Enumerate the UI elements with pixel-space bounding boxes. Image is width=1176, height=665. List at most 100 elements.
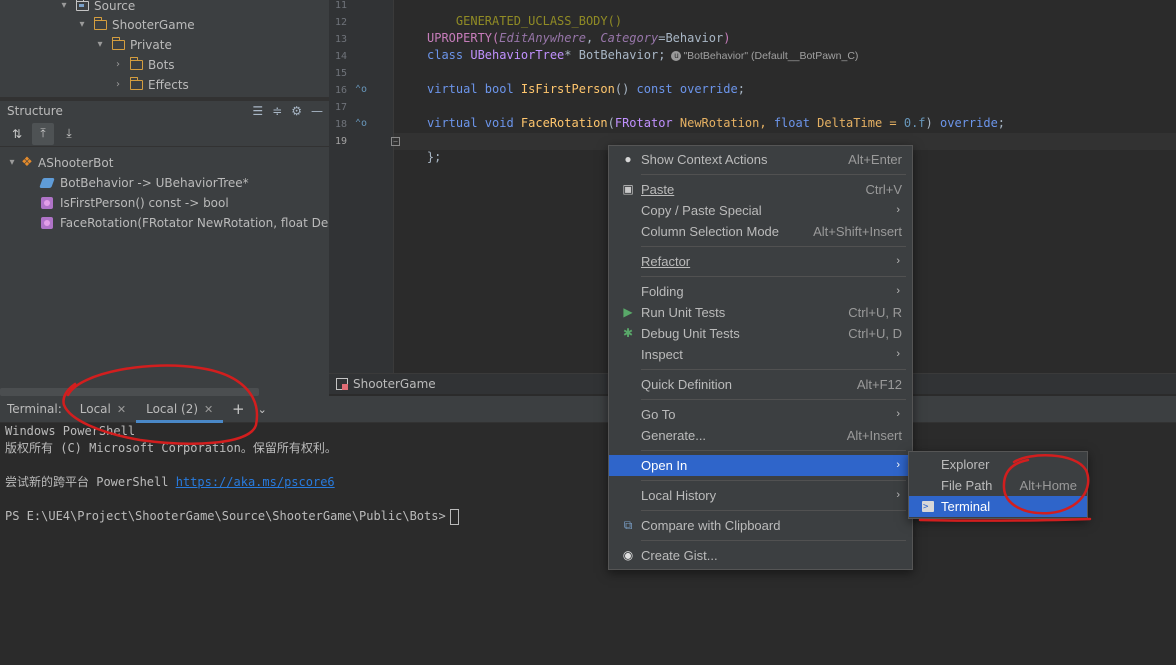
chevron-down-icon[interactable]: ▾ [76, 15, 88, 35]
menu-item-go-to[interactable]: Go To › [609, 404, 912, 425]
menu-item-compare-with-clipboard[interactable]: ⧉ Compare with Clipboard [609, 515, 912, 536]
menu-separator [641, 399, 906, 400]
line-number: 18 [334, 119, 347, 130]
menu-item-copy-paste-special[interactable]: Copy / Paste Special › [609, 200, 912, 221]
autoscroll-from-source-icon[interactable]: ⤓ [58, 123, 80, 145]
sort-alpha-icon[interactable]: ⇅ [6, 123, 28, 145]
folder-icon [130, 57, 143, 70]
menu-item-open-in[interactable]: Open In › [609, 455, 912, 476]
terminal-tab-label: Local (2) [146, 402, 199, 416]
menu-item-refactor[interactable]: Refactor › [609, 251, 912, 272]
autoscroll-to-source-icon[interactable]: ⤒ [32, 122, 54, 145]
menu-separator [641, 246, 906, 247]
class-file-icon [336, 378, 348, 390]
chevron-down-icon[interactable]: ▾ [58, 0, 70, 16]
structure-toolbar: ⇅ ⤒ ⤓ [0, 121, 329, 147]
new-terminal-icon[interactable]: + [229, 400, 247, 418]
chevron-down-icon[interactable]: ▾ [94, 35, 106, 55]
terminal-tab-local[interactable]: Local ✕ [70, 396, 136, 423]
structure-panel: Structure ☰ ≑ ⚙ — ⇅ ⤒ ⤓ ▾ ❖ AShooterBot … [0, 101, 344, 396]
method-icon [41, 197, 53, 209]
line-number: 12 [334, 17, 347, 28]
menu-item-inspect[interactable]: Inspect › [609, 344, 912, 365]
line-number: 16 [334, 85, 347, 96]
menu-item-column-selection-mode[interactable]: Column Selection Mode Alt+Shift+Insert [609, 221, 912, 242]
chevron-right-icon: › [896, 489, 900, 501]
tree-item-shootergame[interactable]: ▾ ShooterGame [76, 15, 195, 35]
menu-item-paste[interactable]: ▣ Paste Ctrl+V [609, 179, 912, 200]
terminal-tab-label: Local [79, 402, 111, 416]
project-tree: ▾ Source ▾ ShooterGame ▾ Private › Bots … [0, 0, 329, 97]
submenu-item-file-path[interactable]: File Path Alt+Home [909, 475, 1087, 496]
menu-item-create-gist[interactable]: ◉ Create Gist... [609, 545, 912, 566]
menu-item-debug-unit-tests[interactable]: ✱ Debug Unit Tests Ctrl+U, D [609, 323, 912, 344]
field-icon [39, 178, 55, 188]
close-icon[interactable]: ✕ [117, 403, 126, 416]
terminal-line: Windows PowerShell [5, 424, 136, 438]
structure-member-label: FaceRotation(FRotator NewRotation, float… [60, 216, 344, 230]
chevron-right-icon[interactable]: › [112, 75, 124, 95]
tree-item-label: ShooterGame [112, 18, 195, 32]
close-icon[interactable]: ✕ [204, 403, 213, 416]
structure-root[interactable]: ▾ ❖ AShooterBot [6, 153, 113, 173]
structure-member-label: BotBehavior -> UBehaviorTree* [60, 176, 249, 190]
tree-item-label: Bots [148, 58, 175, 72]
terminal-cursor [449, 508, 459, 525]
bug-icon: ✱ [622, 326, 634, 340]
line-number: 15 [334, 68, 347, 79]
menu-item-show-context-actions[interactable]: ● Show Context Actions Alt+Enter [609, 149, 912, 170]
clipboard-icon: ▣ [622, 182, 634, 196]
code-line: UPROPERTY(EditAnywhere, Category=Behavio… [427, 31, 731, 45]
tree-item-bots[interactable]: › Bots [112, 55, 175, 75]
expand-all-icon[interactable]: ☰ [252, 101, 263, 121]
tree-item-label: Source [94, 0, 136, 13]
minimize-icon[interactable]: — [311, 101, 323, 121]
structure-title: Structure [7, 104, 63, 118]
tree-item-source[interactable]: ▾ Source [58, 0, 135, 16]
tree-item-effects[interactable]: › Effects [112, 75, 189, 95]
editor-gutter: 11 12 13 14 15 16 17 18 19 ⌃o ⌃o [329, 0, 393, 373]
class-icon: ❖ [21, 155, 33, 170]
menu-separator [641, 450, 906, 451]
menu-item-quick-definition[interactable]: Quick Definition Alt+F12 [609, 374, 912, 395]
structure-member-label: IsFirstPerson() const -> bool [60, 196, 229, 210]
override-marker-icon[interactable]: ⌃o [355, 118, 367, 129]
tree-item-private[interactable]: ▾ Private [94, 35, 172, 55]
run-icon: ▶ [623, 305, 633, 319]
terminal-line: 尝试新的跨平台 PowerShell https://aka.ms/pscore… [5, 475, 335, 489]
override-marker-icon[interactable]: ⌃o [355, 84, 367, 95]
blueprint-usage-hint[interactable]: u "BotBehavior" (Default__BotPawn_C) [671, 50, 858, 62]
chevron-down-icon[interactable]: ⌄ [253, 403, 271, 416]
chevron-right-icon: › [896, 204, 900, 216]
terminal-title: Terminal: [7, 402, 62, 416]
structure-member[interactable]: IsFirstPerson() const -> bool [41, 193, 229, 213]
line-number: 19 [334, 136, 347, 147]
menu-item-folding[interactable]: Folding › [609, 281, 912, 302]
terminal-prompt[interactable]: PS E:\UE4\Project\ShooterGame\Source\Sho… [5, 508, 459, 525]
structure-member[interactable]: FaceRotation(FRotator NewRotation, float… [41, 213, 344, 233]
menu-item-generate[interactable]: Generate... Alt+Insert [609, 425, 912, 446]
submenu-item-explorer[interactable]: Explorer [909, 454, 1087, 475]
chevron-right-icon: › [896, 459, 900, 471]
structure-root-label: AShooterBot [38, 156, 114, 170]
editor-context-menu: ● Show Context Actions Alt+Enter ▣ Paste… [608, 145, 913, 570]
compare-icon: ⧉ [623, 518, 633, 532]
gear-icon[interactable]: ⚙ [291, 101, 302, 121]
code-line: GENERATED_UCLASS_BODY() [455, 14, 623, 28]
menu-item-local-history[interactable]: Local History › [609, 485, 912, 506]
submenu-item-terminal[interactable]: Terminal [909, 496, 1087, 518]
menu-item-run-unit-tests[interactable]: ▶ Run Unit Tests Ctrl+U, R [609, 302, 912, 323]
method-icon [41, 217, 53, 229]
terminal-toolbar: Terminal: Local ✕ Local (2) ✕ + ⌄ [0, 396, 1176, 423]
terminal-tab-local-2[interactable]: Local (2) ✕ [136, 396, 224, 423]
chevron-right-icon[interactable]: › [112, 55, 124, 75]
structure-member[interactable]: BotBehavior -> UBehaviorTree* [39, 173, 249, 193]
line-number: 13 [334, 34, 347, 45]
folder-icon [130, 77, 143, 90]
menu-separator [641, 276, 906, 277]
menu-separator [641, 480, 906, 481]
source-folder-icon [76, 0, 89, 11]
collapse-all-icon[interactable]: ≑ [272, 101, 282, 121]
pscore-link[interactable]: https://aka.ms/pscore6 [176, 475, 335, 489]
chevron-down-icon[interactable]: ▾ [6, 153, 18, 173]
